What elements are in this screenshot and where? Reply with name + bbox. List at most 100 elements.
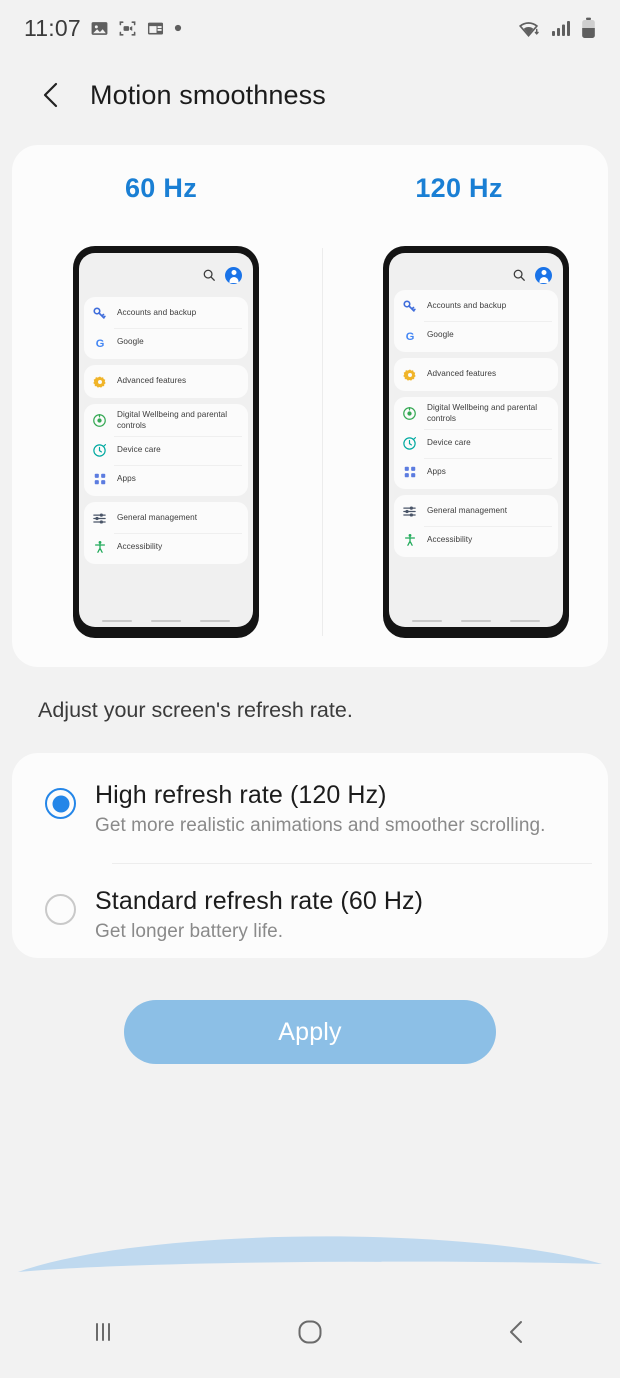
back-button-nav[interactable] xyxy=(413,1317,620,1347)
mockup-settings-group: Digital Wellbeing and parental controls D… xyxy=(84,404,248,496)
mockup-settings-item-label: General management xyxy=(427,505,508,515)
mockup-settings-group: Accounts and backup G Google xyxy=(394,290,558,352)
apps-grid-icon xyxy=(91,471,108,488)
refresh-rate-labels: 60 Hz 120 Hz xyxy=(12,173,608,204)
calendar-icon xyxy=(147,22,163,34)
mockup-settings-item: Device care xyxy=(84,435,248,465)
phone-mockup-120hz: Accounts and backup G Google Advanced featu… xyxy=(383,246,569,638)
app-header: Motion smoothness xyxy=(0,56,620,134)
key-icon xyxy=(401,298,418,315)
option-high-refresh-rate[interactable]: High refresh rate (120 Hz) Get more real… xyxy=(12,781,608,837)
mockup-settings-item-label: Advanced features xyxy=(117,376,187,386)
recents-button[interactable] xyxy=(0,1317,207,1347)
recents-icon xyxy=(96,1323,111,1341)
system-navigation-bar xyxy=(0,1286,620,1378)
dot-icon xyxy=(174,24,181,32)
option-title: High refresh rate (120 Hz) xyxy=(95,781,387,809)
mockup-settings-item: Accessibility xyxy=(394,525,558,555)
phone-mockup-60hz: Accounts and backup G Google Advanced featu… xyxy=(73,246,259,638)
mockup-settings-item: Advanced features xyxy=(84,367,248,396)
mockup-settings-item: Digital Wellbeing and parental controls xyxy=(394,399,558,429)
status-clock: 11:07 xyxy=(24,14,81,41)
mockup-settings-item: G Google xyxy=(394,321,558,350)
digital-wellbeing-icon xyxy=(401,405,418,422)
preview-label-120hz: 120 Hz xyxy=(415,173,503,203)
mockup-settings-item-label: General management xyxy=(117,512,198,522)
options-card: High refresh rate (120 Hz) Get more real… xyxy=(12,753,608,958)
option-text: High refresh rate (120 Hz) Get more real… xyxy=(95,781,545,837)
mockup-settings-list: Accounts and backup G Google Advanced featu… xyxy=(389,290,563,557)
accessibility-icon xyxy=(401,532,418,549)
mockup-settings-item: Advanced features xyxy=(394,360,558,389)
home-button[interactable] xyxy=(207,1315,414,1349)
sliders-icon xyxy=(401,503,418,520)
mockup-settings-item-label: Accounts and backup xyxy=(427,301,507,311)
mockup-settings-item: General management xyxy=(84,504,248,533)
mockup-settings-item: Digital Wellbeing and parental controls xyxy=(84,406,248,436)
mockup-settings-item: G Google xyxy=(84,328,248,357)
mockup-settings-item-label: Google xyxy=(427,330,454,340)
phone-mockup-screen: Accounts and backup G Google Advanced featu… xyxy=(79,253,253,627)
google-g-icon: G xyxy=(401,327,418,344)
mockup-settings-group: Advanced features xyxy=(394,358,558,391)
sliders-icon xyxy=(91,510,108,527)
mockup-settings-item: Accessibility xyxy=(84,532,248,562)
key-icon xyxy=(91,305,108,322)
search-icon xyxy=(513,269,525,281)
radio-standard-refresh-rate[interactable] xyxy=(45,894,76,925)
device-care-icon xyxy=(401,435,418,452)
accessibility-icon xyxy=(91,539,108,556)
option-title: Standard refresh rate (60 Hz) xyxy=(95,887,424,915)
preview-card: 60 Hz 120 Hz Accounts and backup G Google A… xyxy=(12,145,608,667)
option-text: Standard refresh rate (60 Hz) Get longer… xyxy=(95,887,423,943)
gear-icon xyxy=(401,366,418,383)
status-bar-left: 11:07 xyxy=(24,15,182,42)
mockup-settings-item-label: Advanced features xyxy=(427,369,497,379)
search-icon xyxy=(203,269,215,281)
mockup-settings-item-label: Apps xyxy=(427,466,446,476)
mockup-settings-item-label: Device care xyxy=(117,444,161,454)
mockup-settings-item-label: Device care xyxy=(427,437,471,447)
edge-panel-handle[interactable] xyxy=(0,1220,620,1280)
option-subtitle: Get more realistic animations and smooth… xyxy=(95,815,546,836)
apps-grid-icon xyxy=(401,464,418,481)
phone-mockup-screen: Accounts and backup G Google Advanced featu… xyxy=(389,253,563,627)
radio-high-refresh-rate[interactable] xyxy=(45,788,76,819)
mockup-settings-list: Accounts and backup G Google Advanced featu… xyxy=(79,297,253,564)
battery-icon xyxy=(582,17,595,38)
mockup-settings-group: Accounts and backup G Google xyxy=(84,297,248,359)
chevron-left-icon xyxy=(43,82,58,108)
preview-label-60hz: 60 Hz xyxy=(124,173,198,203)
description-text: Adjust your screen's refresh rate. xyxy=(38,698,353,722)
mockup-settings-item-label: Apps xyxy=(117,473,136,483)
mockup-settings-item-label: Accounts and backup xyxy=(117,308,197,318)
mockup-navbar xyxy=(79,620,253,622)
screen-record-icon xyxy=(119,20,136,36)
back-button[interactable] xyxy=(34,78,68,112)
image-icon xyxy=(91,21,108,35)
phone-screen: 11:07 Motion smoothness 60 Hz 120 Hz Acc… xyxy=(0,0,620,1378)
mockup-settings-item: Apps xyxy=(394,457,558,487)
status-bar-right xyxy=(518,17,596,39)
mockup-settings-item-label: Google xyxy=(117,337,144,347)
apply-button[interactable]: Apply xyxy=(124,1000,496,1064)
status-bar: 11:07 xyxy=(0,0,620,56)
mockup-settings-item: Accounts and backup xyxy=(84,299,248,328)
mockup-settings-group: Advanced features xyxy=(84,365,248,398)
mockup-settings-item: General management xyxy=(394,497,558,526)
back-icon xyxy=(509,1321,522,1343)
mockup-settings-item-label: Digital Wellbeing and parental controls xyxy=(117,410,228,430)
mockup-topbar xyxy=(79,253,253,297)
google-g-icon: G xyxy=(91,334,108,351)
device-care-icon xyxy=(91,442,108,459)
option-standard-refresh-rate[interactable]: Standard refresh rate (60 Hz) Get longer… xyxy=(12,887,608,943)
wifi-icon xyxy=(518,21,539,37)
mockup-settings-group: General management Accessibility xyxy=(394,494,558,557)
mockup-settings-item: Device care xyxy=(394,428,558,458)
digital-wellbeing-icon xyxy=(91,412,108,429)
mockup-settings-item-label: Digital Wellbeing and parental controls xyxy=(427,403,538,423)
mockup-settings-item-label: Accessibility xyxy=(117,541,163,551)
mockup-settings-group: Digital Wellbeing and parental controls D… xyxy=(394,397,558,489)
mockup-settings-item: Accounts and backup xyxy=(394,292,558,321)
svg-text:G: G xyxy=(405,330,414,342)
